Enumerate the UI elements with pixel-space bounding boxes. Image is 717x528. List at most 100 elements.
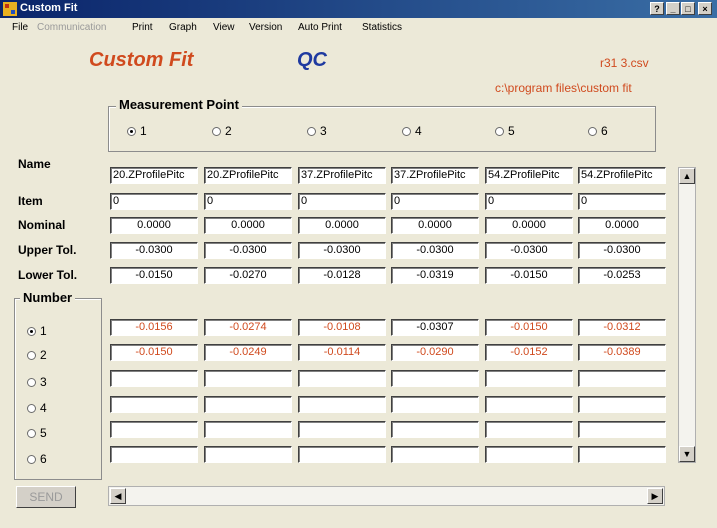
measurement-point-radio-5[interactable]: 5 xyxy=(495,124,515,138)
upper-tol-field[interactable]: -0.0300 xyxy=(298,242,386,259)
reading-field[interactable] xyxy=(204,396,292,413)
nominal-field[interactable]: 0.0000 xyxy=(298,217,386,234)
name-field[interactable]: 20.ZProfilePitc xyxy=(110,167,198,184)
item-field[interactable]: 0 xyxy=(110,193,198,210)
reading-field[interactable]: -0.0114 xyxy=(298,344,386,361)
reading-field[interactable]: -0.0150 xyxy=(110,344,198,361)
reading-field[interactable] xyxy=(110,446,198,463)
item-field[interactable]: 0 xyxy=(391,193,479,210)
close-button[interactable]: × xyxy=(698,2,712,15)
name-field[interactable]: 54.ZProfilePitc xyxy=(578,167,666,184)
reading-field[interactable] xyxy=(298,396,386,413)
reading-field[interactable] xyxy=(485,370,573,387)
menu-auto-print[interactable]: Auto Print xyxy=(298,22,342,33)
reading-field[interactable] xyxy=(298,421,386,438)
lower-tol-field[interactable]: -0.0128 xyxy=(298,267,386,284)
number-radio-4[interactable]: 4 xyxy=(27,401,47,415)
upper-tol-field[interactable]: -0.0300 xyxy=(204,242,292,259)
name-field[interactable]: 37.ZProfilePitc xyxy=(391,167,479,184)
menu-statistics[interactable]: Statistics xyxy=(362,22,402,33)
radio-icon xyxy=(495,127,504,136)
lower-tol-field[interactable]: -0.0270 xyxy=(204,267,292,284)
reading-field[interactable]: -0.0312 xyxy=(578,319,666,336)
name-field[interactable]: 54.ZProfilePitc xyxy=(485,167,573,184)
reading-field[interactable] xyxy=(110,370,198,387)
upper-tol-field[interactable]: -0.0300 xyxy=(578,242,666,259)
menu-communication[interactable]: Communication xyxy=(37,22,106,33)
reading-field[interactable] xyxy=(298,370,386,387)
item-field[interactable]: 0 xyxy=(204,193,292,210)
reading-field[interactable]: -0.0307 xyxy=(391,319,479,336)
menu-file[interactable]: File xyxy=(12,22,28,33)
name-field[interactable]: 20.ZProfilePitc xyxy=(204,167,292,184)
reading-field[interactable] xyxy=(110,396,198,413)
item-field[interactable]: 0 xyxy=(485,193,573,210)
reading-field[interactable]: -0.0249 xyxy=(204,344,292,361)
upper-tol-field[interactable]: -0.0300 xyxy=(110,242,198,259)
radio-selected-icon xyxy=(27,327,36,336)
reading-field[interactable] xyxy=(485,446,573,463)
menu-version[interactable]: Version xyxy=(249,22,282,33)
reading-field[interactable] xyxy=(578,446,666,463)
name-field[interactable]: 37.ZProfilePitc xyxy=(298,167,386,184)
menu-print[interactable]: Print xyxy=(132,22,153,33)
item-field[interactable]: 0 xyxy=(578,193,666,210)
item-field[interactable]: 0 xyxy=(298,193,386,210)
reading-field[interactable] xyxy=(391,421,479,438)
vertical-scrollbar[interactable]: ▲ ▼ xyxy=(678,167,696,463)
reading-field[interactable]: -0.0290 xyxy=(391,344,479,361)
measurement-point-radio-3[interactable]: 3 xyxy=(307,124,327,138)
upper-tol-field[interactable]: -0.0300 xyxy=(391,242,479,259)
measurement-point-radio-4[interactable]: 4 xyxy=(402,124,422,138)
nominal-field[interactable]: 0.0000 xyxy=(391,217,479,234)
reading-field[interactable] xyxy=(110,421,198,438)
number-radio-2[interactable]: 2 xyxy=(27,348,47,362)
reading-field[interactable] xyxy=(578,421,666,438)
reading-field[interactable]: -0.0274 xyxy=(204,319,292,336)
nominal-field[interactable]: 0.0000 xyxy=(204,217,292,234)
menu-graph[interactable]: Graph xyxy=(169,22,197,33)
lower-tol-field[interactable]: -0.0319 xyxy=(391,267,479,284)
reading-field[interactable] xyxy=(485,421,573,438)
scroll-up-icon[interactable]: ▲ xyxy=(679,168,695,184)
reading-field[interactable] xyxy=(204,421,292,438)
reading-field[interactable]: -0.0150 xyxy=(485,319,573,336)
nominal-field[interactable]: 0.0000 xyxy=(110,217,198,234)
lower-tol-field[interactable]: -0.0253 xyxy=(578,267,666,284)
lower-tol-field[interactable]: -0.0150 xyxy=(485,267,573,284)
send-button[interactable]: SEND xyxy=(16,486,76,508)
number-radio-1[interactable]: 1 xyxy=(27,324,47,338)
menu-view[interactable]: View xyxy=(213,22,235,33)
reading-field[interactable] xyxy=(578,396,666,413)
reading-field[interactable] xyxy=(391,370,479,387)
horizontal-scrollbar[interactable]: ◀ ▶ xyxy=(108,486,665,506)
maximize-button[interactable]: □ xyxy=(681,2,695,15)
measurement-point-radio-2[interactable]: 2 xyxy=(212,124,232,138)
nominal-field[interactable]: 0.0000 xyxy=(485,217,573,234)
reading-field[interactable]: -0.0389 xyxy=(578,344,666,361)
reading-field[interactable]: -0.0156 xyxy=(110,319,198,336)
reading-field[interactable] xyxy=(578,370,666,387)
scroll-down-icon[interactable]: ▼ xyxy=(679,446,695,462)
reading-field[interactable] xyxy=(391,396,479,413)
measurement-point-radio-1[interactable]: 1 xyxy=(127,124,147,138)
lower-tol-field[interactable]: -0.0150 xyxy=(110,267,198,284)
number-radio-3[interactable]: 3 xyxy=(27,375,47,389)
reading-field[interactable] xyxy=(298,446,386,463)
upper-tol-field[interactable]: -0.0300 xyxy=(485,242,573,259)
reading-field[interactable] xyxy=(485,396,573,413)
scroll-right-icon[interactable]: ▶ xyxy=(647,488,663,504)
minimize-button[interactable]: _ xyxy=(666,2,680,15)
radio-icon xyxy=(402,127,411,136)
nominal-field[interactable]: 0.0000 xyxy=(578,217,666,234)
reading-field[interactable]: -0.0152 xyxy=(485,344,573,361)
number-radio-5[interactable]: 5 xyxy=(27,426,47,440)
help-button[interactable]: ? xyxy=(650,2,664,15)
scroll-left-icon[interactable]: ◀ xyxy=(110,488,126,504)
reading-field[interactable] xyxy=(204,370,292,387)
reading-field[interactable] xyxy=(204,446,292,463)
number-radio-6[interactable]: 6 xyxy=(27,452,47,466)
reading-field[interactable] xyxy=(391,446,479,463)
reading-field[interactable]: -0.0108 xyxy=(298,319,386,336)
measurement-point-radio-6[interactable]: 6 xyxy=(588,124,608,138)
